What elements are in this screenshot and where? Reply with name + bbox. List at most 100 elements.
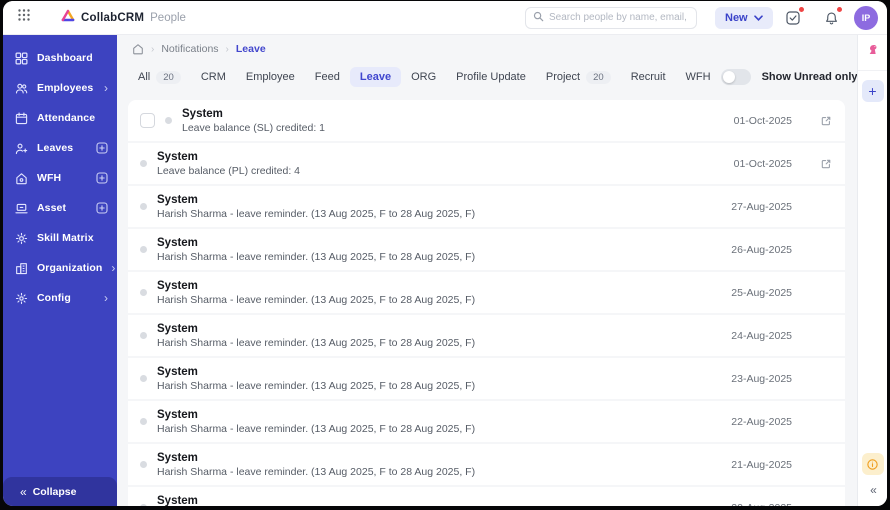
sidebar-item[interactable]: Organization › — [3, 253, 117, 283]
tasks-button[interactable] — [782, 6, 805, 29]
add-widget-button[interactable]: + — [861, 80, 884, 102]
notification-description: Leave balance (SL) credited: 1 — [182, 121, 326, 134]
notification-row[interactable]: System Leave balance (PL) credited: 4 01… — [128, 143, 845, 184]
global-search[interactable] — [525, 6, 697, 29]
new-button[interactable]: New — [715, 6, 773, 29]
right-rail: + « — [857, 35, 887, 506]
sidebar-item[interactable]: Skill Matrix › — [3, 223, 117, 253]
sidebar-item-label: Organization — [37, 262, 103, 274]
notification-date: 01-Oct-2025 — [733, 157, 792, 170]
search-input[interactable] — [549, 12, 689, 23]
notification-description: Harish Sharma - leave reminder. (13 Aug … — [157, 422, 476, 435]
filter-tab[interactable]: Feed — [305, 67, 350, 87]
help-info-icon[interactable] — [861, 453, 884, 475]
tasks-alert-badge — [798, 6, 805, 13]
notification-title: System — [157, 279, 198, 292]
brand[interactable]: CollabCRM People — [61, 9, 186, 27]
collapse-label: Collapse — [32, 485, 77, 498]
sidebar-item-label: Skill Matrix — [37, 232, 94, 244]
pink-bird-icon[interactable] — [866, 43, 879, 61]
app-grid-icon — [17, 8, 31, 27]
unread-dot — [140, 203, 147, 210]
notification-text: System Harish Sharma - leave reminder. (… — [157, 366, 475, 392]
plus-square-icon[interactable] — [96, 202, 108, 214]
notification-date: 22-Aug-2025 — [731, 415, 792, 428]
sidebar-item[interactable]: Employees › — [3, 73, 117, 103]
leaves-icon — [14, 141, 28, 155]
app-launcher-button[interactable] — [11, 5, 37, 31]
filter-tab[interactable]: Project 20 — [536, 67, 621, 88]
notifications-button[interactable] — [820, 6, 843, 29]
sidebar-item-label: WFH — [37, 172, 62, 184]
brand-name: CollabCRM — [81, 11, 145, 24]
sidebar-item-label: Asset — [37, 202, 67, 214]
notification-date: 20-Aug-2025 — [731, 502, 792, 507]
filter-tab[interactable]: WFH — [676, 67, 721, 87]
employees-icon — [14, 81, 28, 95]
sidebar-collapse-button[interactable]: « Collapse — [3, 477, 117, 506]
new-button-label: New — [725, 11, 748, 24]
notification-row[interactable]: System Harish Sharma - leave reminder. (… — [128, 358, 845, 399]
filter-tab-badge: 20 — [586, 70, 611, 84]
asset-icon — [14, 201, 28, 215]
collapse-right-panel-button[interactable]: « — [870, 483, 877, 497]
chevron-down-icon — [753, 12, 763, 24]
sidebar-item[interactable]: WFH › — [3, 163, 117, 193]
notification-row[interactable]: System Harish Sharma - leave reminder. (… — [128, 315, 845, 356]
notification-text: System Leave balance (SL) credited: 1 — [182, 108, 325, 134]
notification-text: System Harish Sharma - leave reminder. (… — [157, 495, 475, 507]
notification-row[interactable]: System Harish Sharma - leave reminder. (… — [128, 229, 845, 270]
notification-row[interactable]: System Harish Sharma - leave reminder. (… — [128, 272, 845, 313]
sidebar-item[interactable]: Dashboard › — [3, 43, 117, 73]
filter-tab[interactable]: ORG — [401, 67, 446, 87]
sidebar-item[interactable]: Leaves › — [3, 133, 117, 163]
notification-title: System — [157, 408, 198, 421]
notification-description: Harish Sharma - leave reminder. (13 Aug … — [157, 379, 476, 392]
unread-dot — [140, 461, 147, 468]
filter-tab[interactable]: CRM — [191, 67, 236, 87]
sidebar-item-label: Dashboard — [37, 52, 93, 64]
external-link-icon[interactable] — [819, 157, 832, 170]
plus-square-icon[interactable] — [96, 142, 108, 154]
notification-title: System — [157, 193, 198, 206]
breadcrumb-separator: › — [225, 43, 229, 55]
unread-dot — [140, 246, 147, 253]
list-tools: Show Unread only Mark All as Read — [720, 64, 857, 90]
notification-row[interactable]: System Harish Sharma - leave reminder. (… — [128, 444, 845, 485]
notification-text: System Harish Sharma - leave reminder. (… — [157, 409, 475, 435]
home-icon[interactable] — [132, 43, 144, 55]
notification-text: System Harish Sharma - leave reminder. (… — [157, 194, 475, 220]
sidebar-item[interactable]: Config › — [3, 283, 117, 313]
notification-date: 23-Aug-2025 — [731, 372, 792, 385]
sidebar-item[interactable]: Asset › — [3, 193, 117, 223]
filter-tab[interactable]: Profile Update — [446, 67, 536, 87]
filter-tab[interactable]: Recruit — [621, 67, 676, 87]
notification-title: System — [157, 451, 198, 464]
sidebar-item-label: Config — [37, 292, 71, 304]
filter-tab[interactable]: All 20 — [128, 67, 191, 88]
filter-tab[interactable]: Employee — [236, 67, 305, 87]
sidebar: Dashboard › Employees › Attendance › — [3, 35, 117, 506]
filter-tab-label: Project — [545, 71, 581, 83]
filter-tab[interactable]: Leave — [349, 67, 402, 87]
notification-list: System Leave balance (SL) credited: 1 01… — [128, 100, 845, 506]
show-unread-toggle[interactable] — [720, 69, 751, 85]
notification-row[interactable]: System Leave balance (SL) credited: 1 01… — [128, 100, 845, 141]
row-checkbox[interactable] — [140, 113, 155, 128]
breadcrumb: › Notifications › Leave — [132, 43, 857, 55]
user-avatar[interactable]: IP — [854, 6, 878, 30]
notification-row[interactable]: System Harish Sharma - leave reminder. (… — [128, 487, 845, 506]
breadcrumb-notifications[interactable]: Notifications — [161, 43, 218, 55]
external-link-icon[interactable] — [819, 114, 832, 127]
sidebar-item-label: Employees — [37, 82, 94, 94]
filter-tab-label: Feed — [314, 71, 340, 83]
notification-row[interactable]: System Harish Sharma - leave reminder. (… — [128, 186, 845, 227]
unread-dot — [140, 332, 147, 339]
chevron-right-icon: › — [104, 81, 108, 95]
notification-date: 26-Aug-2025 — [731, 243, 792, 256]
filter-tab-badge: 20 — [156, 70, 181, 84]
notification-title: System — [182, 107, 223, 120]
sidebar-item[interactable]: Attendance › — [3, 103, 117, 133]
notification-row[interactable]: System Harish Sharma - leave reminder. (… — [128, 401, 845, 442]
plus-square-icon[interactable] — [96, 172, 108, 184]
